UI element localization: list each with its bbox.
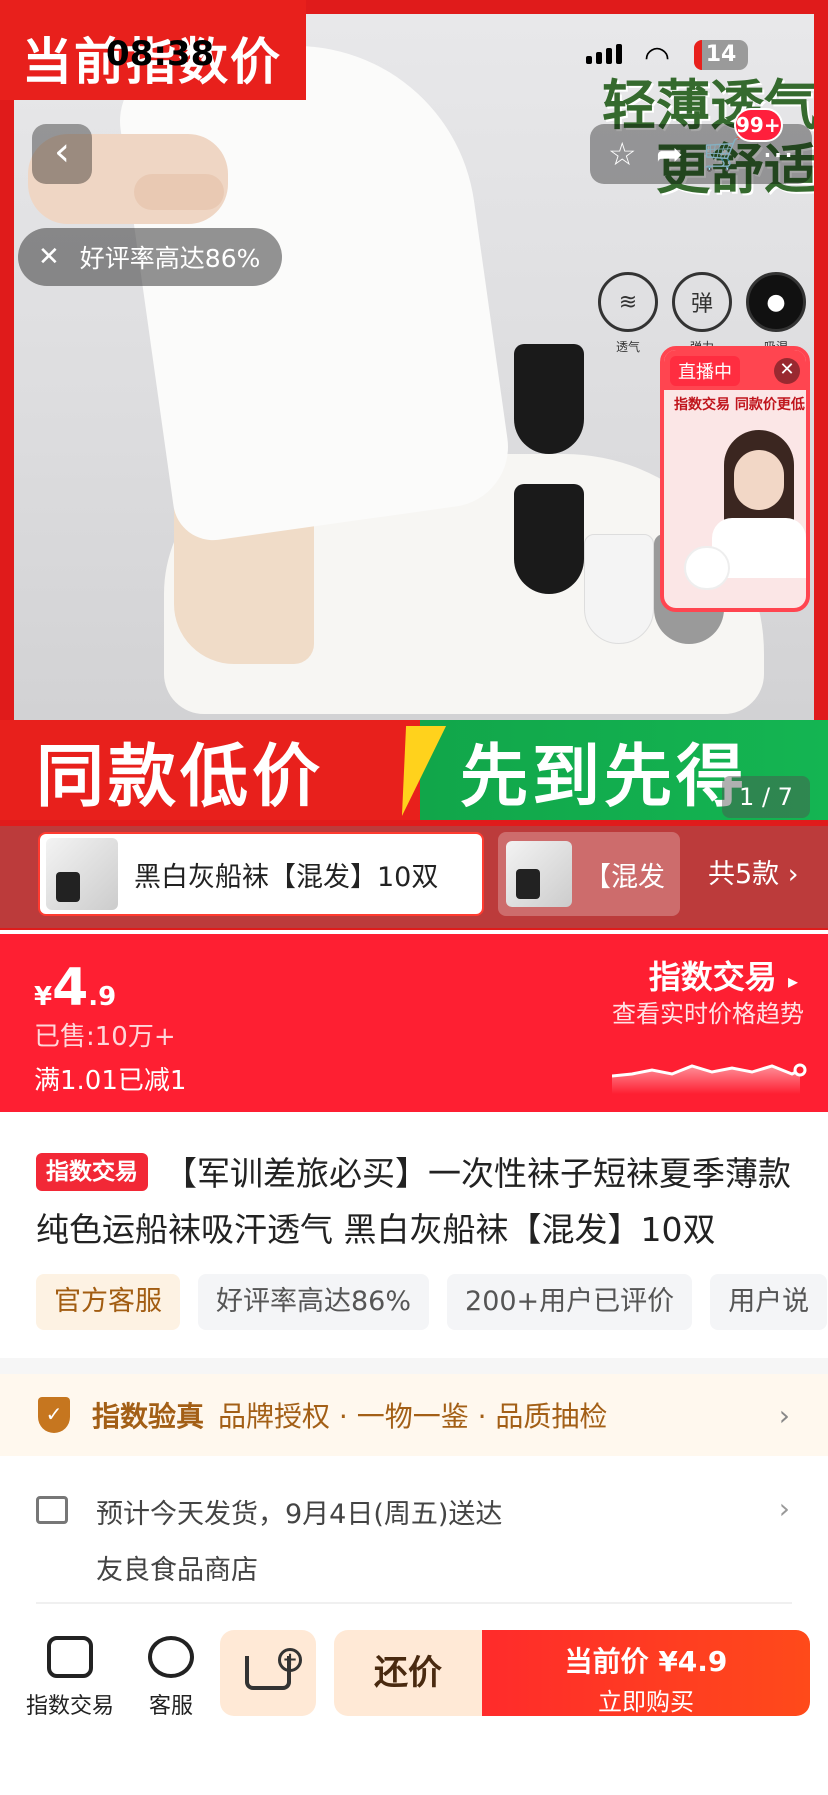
bottom-action-bar: 指数交易 客服 + 还价 当前价 ¥4.9 立即购买 [0,1616,828,1795]
live-title: 指数交易 同款价更低 [674,397,805,413]
close-icon[interactable]: ✕ [38,242,60,272]
currency-symbol: ¥ [34,982,53,1012]
verify-items: 品牌授权 · 一物一鉴 · 品质抽检 [218,1400,608,1433]
cellular-signal-icon [586,44,622,64]
index-trade-tab[interactable]: 指数交易 [26,1636,114,1720]
elastic-icon: 弹 [672,272,732,332]
all-variants-link[interactable]: 共5款 › [708,852,799,891]
feature-icons: ≋ 透气 弹 弹力 ● 吸湿 [598,272,806,355]
banner-left-text: 同款低价 [0,720,420,820]
buy-label: 立即购买 [598,1688,694,1716]
index-trade-label: 指数交易 [26,1694,115,1719]
variant-count-label: 共5款 [708,859,780,890]
status-bar: 08:38 ◠ 14 [0,0,828,110]
variant-option[interactable]: 【混发 [498,832,680,916]
white-sock-sample [584,534,654,644]
service-label: 客服 [148,1694,193,1719]
shipping-row[interactable]: 预计今天发货，9月4日(周五)送达 友良食品商店 › [0,1476,828,1596]
price-integer: 4 [52,958,89,1018]
battery-icon: 14 [694,40,748,70]
feature-breathable: ≋ 透气 [598,272,658,355]
section-divider [0,1358,828,1374]
chevron-right-icon: › [787,859,799,890]
live-stream-preview[interactable]: 直播中 ✕ 指数交易 同款价更低 [660,346,810,612]
service-chips: 官方客服 好评率高达86% 200+用户已评价 用户说 [36,1274,828,1330]
image-page-counter: 1 / 7 [722,776,810,818]
authenticity-row[interactable]: ✓ 指数验真 品牌授权 · 一物一鉴 · 品质抽检 › [0,1374,828,1456]
buy-price: 当前价 ¥4.9 [564,1645,728,1678]
chip-reviews[interactable]: 200+用户已评价 [447,1274,693,1330]
plus-icon: + [278,1648,302,1672]
cart-icon[interactable]: 🛒 [703,135,743,173]
bargain-button[interactable]: 还价 [334,1630,482,1716]
product-title: 【军训差旅必买】一次性袜子短袜夏季薄款纯色运船袜吸汗透气 黑白灰船袜【混发】10… [36,1154,791,1249]
feature-absorb: ● 吸湿 [746,272,806,355]
chevron-left-icon: ‹ [54,129,70,175]
divider [36,1602,792,1604]
smiley-service-icon [148,1636,194,1678]
variant-thumbnail [46,838,118,910]
chip-official-service[interactable]: 官方客服 [36,1274,180,1330]
variant-label: 黑白灰船袜【混发】10双 [134,861,439,893]
shield-check-icon: ✓ [38,1397,70,1433]
index-trade-link[interactable]: 指数交易 ▸ [649,952,798,998]
price-bar: ¥4.9 已售:10万+ 满1.01已减1 指数交易 ▸ 查看实时价格趋势 [0,934,828,1112]
feature-elastic: 弹 弹力 [672,272,732,355]
buy-now-button[interactable]: 当前价 ¥4.9 立即购买 [482,1630,810,1716]
price-decimal: .9 [88,982,117,1012]
index-trade-title: 指数交易 [648,958,777,996]
add-to-cart-button[interactable]: + [220,1630,316,1716]
store-name: 友良食品商店 [96,1555,258,1586]
price: ¥4.9 [34,958,116,1018]
wifi-icon: ◠ [644,40,671,75]
back-button[interactable]: ‹ [32,124,92,184]
finger-illustration [134,174,224,210]
store-icon [47,1636,93,1678]
variant-thumbnail [506,841,572,907]
product-title-block: 指数交易 【军训差旅必买】一次性袜子短袜夏季薄款纯色运船袜吸汗透气 黑白灰船袜【混… [36,1146,812,1258]
breathable-icon: ≋ [598,272,658,332]
triangle-right-icon: ▸ [787,969,798,993]
clock: 08:38 [106,34,215,74]
sold-count: 已售:10万+ [34,1022,176,1052]
live-badge: 直播中 [670,356,740,386]
water-drop-icon: ● [746,272,806,332]
verify-title: 指数验真 [92,1400,205,1433]
variant-option-selected[interactable]: 黑白灰船袜【混发】10双 [38,832,484,916]
truck-icon [36,1496,68,1524]
variant-label: 【混发 [584,861,665,893]
chevron-right-icon: › [778,1398,790,1432]
host-face [734,450,784,510]
chevron-right-icon: › [778,1492,790,1525]
index-trade-tag: 指数交易 [36,1153,148,1191]
favorite-star-icon[interactable]: ☆ [608,135,637,173]
promo-discount: 满1.01已减1 [34,1066,187,1096]
price-trend-sparkline [612,1063,807,1094]
feature-label: 透气 [615,340,640,354]
black-sock-sample [514,344,584,454]
close-icon[interactable]: ✕ [774,358,800,384]
rating-toast: ✕ 好评率高达86% [18,228,282,286]
cart-count-badge: 99+ [734,108,783,142]
customer-service-tab[interactable]: 客服 [148,1636,194,1720]
delivery-estimate: 预计今天发货，9月4日(周五)送达 [96,1499,503,1530]
share-icon[interactable]: ➦ [656,135,683,173]
price-trend-link[interactable]: 查看实时价格趋势 [612,994,804,1029]
black-sock-sample [514,484,584,594]
mascot-image [684,546,730,590]
rating-toast-text: 好评率高达86% [79,244,261,273]
chip-rating[interactable]: 好评率高达86% [198,1274,430,1330]
chip-user-says[interactable]: 用户说 [710,1274,828,1330]
